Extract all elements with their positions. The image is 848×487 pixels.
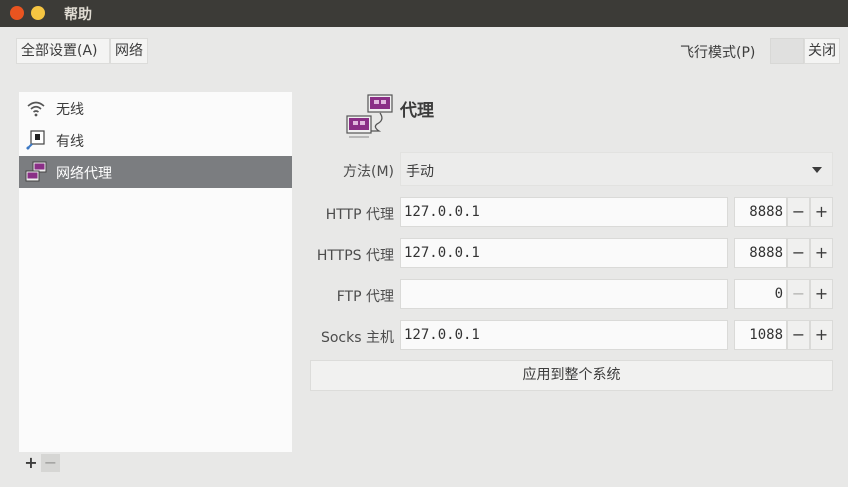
apply-system-wide-button[interactable]: 应用到整个系统 xyxy=(310,360,833,391)
title-bar: 帮助 xyxy=(0,0,848,27)
breadcrumb-all-settings[interactable]: 全部设置(A) xyxy=(16,38,110,64)
breadcrumb-network[interactable]: 网络 xyxy=(110,38,148,64)
network-proxy-icon xyxy=(25,161,47,182)
http-proxy-port-input[interactable]: 8888 xyxy=(734,197,787,227)
airplane-mode-toggle[interactable] xyxy=(770,38,804,64)
chevron-down-icon xyxy=(812,167,822,173)
socks-port-input[interactable]: 1088 xyxy=(734,320,787,350)
window-title: 帮助 xyxy=(64,7,92,23)
sidebar-item-label: 无线 xyxy=(56,102,84,118)
socks-host-input[interactable]: 127.0.0.1 xyxy=(400,320,728,350)
proxy-title: 代理 xyxy=(400,101,434,121)
https-port-decrement-button[interactable]: − xyxy=(787,238,810,268)
close-window-button[interactable] xyxy=(10,6,24,20)
method-value: 手动 xyxy=(406,164,434,180)
ftp-port-increment-button[interactable]: + xyxy=(810,279,833,309)
wired-icon xyxy=(26,130,45,150)
http-proxy-label: HTTP 代理 xyxy=(325,207,394,223)
ftp-proxy-host-input[interactable] xyxy=(400,279,728,309)
https-port-increment-button[interactable]: + xyxy=(810,238,833,268)
socks-port-decrement-button[interactable]: − xyxy=(787,320,810,350)
https-proxy-label: HTTPS 代理 xyxy=(316,248,394,264)
https-proxy-port-input[interactable]: 8888 xyxy=(734,238,787,268)
http-port-increment-button[interactable]: + xyxy=(810,197,833,227)
sidebar-item-wired[interactable]: 有线 xyxy=(19,124,292,156)
network-proxy-large-icon xyxy=(346,94,393,138)
ftp-proxy-port-input[interactable]: 0 xyxy=(734,279,787,309)
socks-port-increment-button[interactable]: + xyxy=(810,320,833,350)
minimize-window-button[interactable] xyxy=(31,6,45,20)
sidebar-item-label: 有线 xyxy=(56,134,84,150)
airplane-mode-label: 飞行模式(P) xyxy=(680,45,756,61)
sidebar-item-wireless[interactable]: 无线 xyxy=(19,92,292,124)
remove-connection-button[interactable]: − xyxy=(41,454,60,472)
ftp-proxy-label: FTP 代理 xyxy=(336,289,394,305)
wifi-icon xyxy=(27,101,45,117)
socks-host-label: Socks 主机 xyxy=(320,330,394,346)
add-connection-button[interactable]: + xyxy=(22,454,40,472)
http-port-decrement-button[interactable]: − xyxy=(787,197,810,227)
https-proxy-host-input[interactable]: 127.0.0.1 xyxy=(400,238,728,268)
sidebar-item-label: 网络代理 xyxy=(56,166,112,182)
network-device-list: 无线 有线 网络代理 xyxy=(19,92,292,452)
http-proxy-host-input[interactable]: 127.0.0.1 xyxy=(400,197,728,227)
method-label: 方法(M) xyxy=(342,164,394,180)
airplane-mode-state[interactable]: 关闭 xyxy=(804,38,840,64)
ftp-port-decrement-button[interactable]: − xyxy=(787,279,810,309)
method-dropdown[interactable]: 手动 xyxy=(400,152,833,186)
sidebar-item-network-proxy[interactable]: 网络代理 xyxy=(19,156,292,188)
